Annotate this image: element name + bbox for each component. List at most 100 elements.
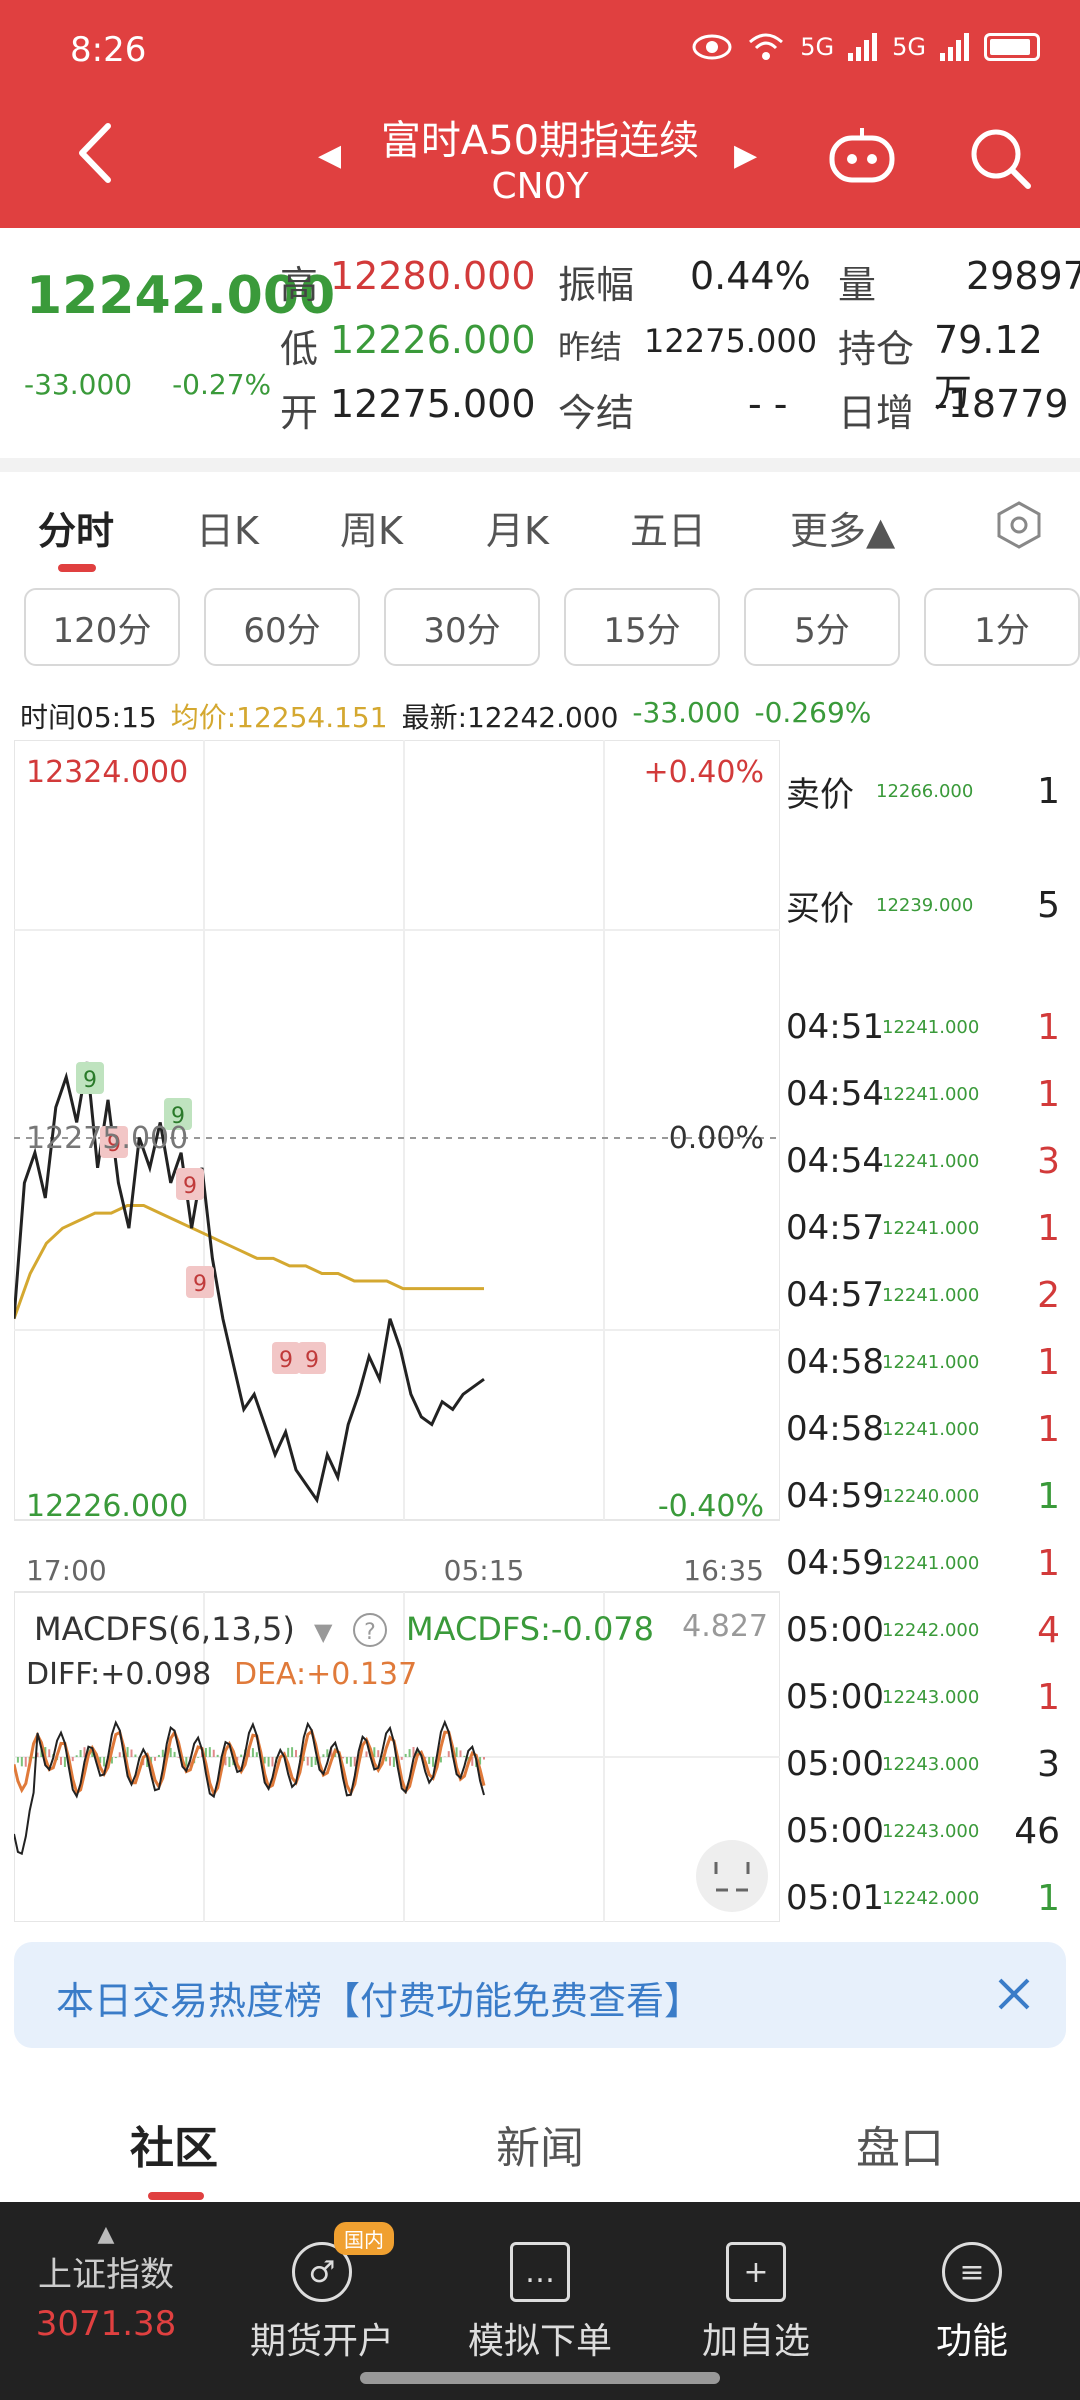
fullscreen-button[interactable] [696, 1840, 768, 1912]
next-contract-button[interactable]: ▶ [734, 138, 757, 173]
pct-bottom-label: -0.40% [658, 1489, 764, 1524]
trade-price: 12243.000 [882, 1820, 980, 1842]
tab-intraday[interactable]: 分时 [38, 500, 114, 555]
bid-row: 买价 12239.000 5 [780, 872, 1068, 938]
trade-price: 12241.000 [882, 1418, 980, 1440]
price-top-label: 12324.000 [26, 755, 188, 790]
nav-add-watchlist[interactable]: + 加自选 [656, 2242, 856, 2364]
low-value: 12226.000 [330, 318, 536, 362]
amp-label: 振幅 [558, 263, 635, 307]
tab-more[interactable]: 更多▲ [790, 500, 895, 555]
tab-five-day[interactable]: 五日 [630, 500, 706, 555]
pct-top-label: +0.40% [644, 755, 764, 790]
signal-icon [848, 33, 878, 61]
trade-volume: 1 [1037, 1877, 1060, 1919]
amp-value: 0.44% [690, 254, 811, 298]
trade-time: 05:00 [786, 1677, 884, 1717]
trade-row: 04:57 12241.000 2 [780, 1262, 1068, 1328]
trade-row: 04:58 12241.000 1 [780, 1396, 1068, 1462]
trade-time: 05:01 [786, 1878, 884, 1918]
nav-index-ticker[interactable]: ▲ 上证指数 3071.38 [6, 2222, 206, 2344]
bid-price: 12239.000 [876, 894, 974, 916]
bottom-navbar: ▲ 上证指数 3071.38 ♂ 国内 期货开户 … 模拟下单 + 加自选 ≡ … [0, 2202, 1080, 2400]
trade-price: 12241.000 [882, 1016, 980, 1038]
document-icon: … [510, 2242, 570, 2302]
tab-community[interactable]: 社区 [130, 2112, 218, 2176]
trade-time: 05:00 [786, 1744, 884, 1784]
page: 8:26 5G 5G ◀ 富时A50期指连续 CN0Y ▶ 12242.000 … [0, 0, 1080, 2400]
trade-time: 04:54 [786, 1141, 884, 1181]
macd-indicator-label: MACDFS(6,13,5) [34, 1610, 295, 1648]
home-indicator[interactable] [360, 2372, 720, 2384]
bid-label: 买价 [786, 888, 854, 929]
trade-row: 04:51 12241.000 1 [780, 994, 1068, 1060]
trade-price: 12241.000 [882, 1217, 980, 1239]
trade-volume: 2 [1037, 1274, 1060, 1316]
trade-row: 04:59 12241.000 1 [780, 1530, 1068, 1596]
intraday-chart[interactable]: 999999 9 12324.000 +0.40% 12275.000 0.00%… [14, 740, 780, 1922]
trade-volume: 1 [1037, 1341, 1060, 1383]
price-bottom-label: 12226.000 [26, 1489, 188, 1524]
settle-value: - - [748, 382, 788, 426]
macd-dea-label: DEA:+0.137 [234, 1657, 417, 1692]
trade-price: 12241.000 [882, 1150, 980, 1172]
tab-news[interactable]: 新闻 [496, 2112, 584, 2176]
x-tick-end: 16:35 [683, 1554, 764, 1587]
period-30m-button[interactable]: 30分 [384, 588, 540, 666]
prev-settle-value: 12275.000 [644, 322, 818, 360]
chart-info-row: 时间05:15 均价:12254.151 最新:12242.000 -33.00… [20, 696, 871, 736]
x-tick-mid: 05:15 [444, 1554, 525, 1587]
settings-hex-icon[interactable] [994, 500, 1044, 550]
marker-label: 9 [193, 1272, 207, 1297]
trade-row: 05:01 12242.000 1 [780, 1865, 1068, 1931]
trade-time: 04:57 [786, 1275, 884, 1315]
volume-label: 量 [838, 263, 877, 307]
period-5m-button[interactable]: 5分 [744, 588, 900, 666]
wifi-icon [749, 33, 784, 60]
period-15m-button[interactable]: 15分 [564, 588, 720, 666]
pct-mid-label: 0.00% [669, 1121, 764, 1156]
trade-row: 05:00 12243.000 3 [780, 1731, 1068, 1797]
period-60m-button[interactable]: 60分 [204, 588, 360, 666]
index-value: 3071.38 [35, 2304, 177, 2344]
trade-time: 04:59 [786, 1476, 884, 1516]
nav-label-account: 期货开户 [249, 2321, 394, 2362]
banner-text: 本日交易热度榜【付费功能免费查看】 [56, 1979, 703, 2023]
low-label: 低 [280, 327, 319, 371]
section-divider [0, 458, 1080, 472]
nav-label-functions: 功能 [935, 2321, 1008, 2362]
dropdown-icon: ▼ [314, 1618, 333, 1646]
plus-icon: + [726, 2242, 786, 2302]
tab-market-depth[interactable]: 盘口 [856, 2112, 944, 2176]
trade-price: 12241.000 [882, 1284, 980, 1306]
help-icon-glyph: ? [364, 1620, 376, 1645]
open-interest-label: 持仓 [838, 327, 915, 371]
robot-assistant-icon[interactable] [826, 126, 898, 186]
change-value: -33.000 [24, 368, 133, 401]
trade-time: 05:00 [786, 1811, 884, 1851]
signal-label-1: 5G [800, 33, 835, 61]
tab-daily-k[interactable]: 日K [196, 500, 259, 555]
trade-row: 05:00 12243.000 46 [780, 1798, 1068, 1864]
trade-row: 04:57 12241.000 1 [780, 1195, 1068, 1261]
trade-time: 04:51 [786, 1007, 884, 1047]
bid-volume: 5 [1037, 884, 1060, 926]
volume-value: 29897 [966, 254, 1080, 298]
nav-sim-order[interactable]: … 模拟下单 [440, 2242, 640, 2364]
trade-volume: 1 [1037, 1207, 1060, 1249]
search-icon[interactable] [966, 124, 1036, 194]
nav-functions[interactable]: ≡ 功能 [872, 2242, 1072, 2364]
trade-volume: 4 [1037, 1609, 1060, 1651]
battery-icon [984, 33, 1040, 61]
tab-weekly-k[interactable]: 周K [340, 500, 403, 555]
settle-label: 今结 [558, 391, 635, 435]
period-120m-button[interactable]: 120分 [24, 588, 180, 666]
promo-banner[interactable]: 本日交易热度榜【付费功能免费查看】 [14, 1942, 1066, 2048]
period-1m-button[interactable]: 1分 [924, 588, 1080, 666]
menu-icon: ≡ [942, 2242, 1002, 2302]
trade-time: 04:54 [786, 1074, 884, 1114]
trade-volume: 1 [1037, 1408, 1060, 1450]
close-icon[interactable] [992, 1972, 1036, 2016]
nav-futures-account[interactable]: ♂ 国内 期货开户 [222, 2222, 422, 2364]
tab-monthly-k[interactable]: 月K [486, 500, 549, 555]
